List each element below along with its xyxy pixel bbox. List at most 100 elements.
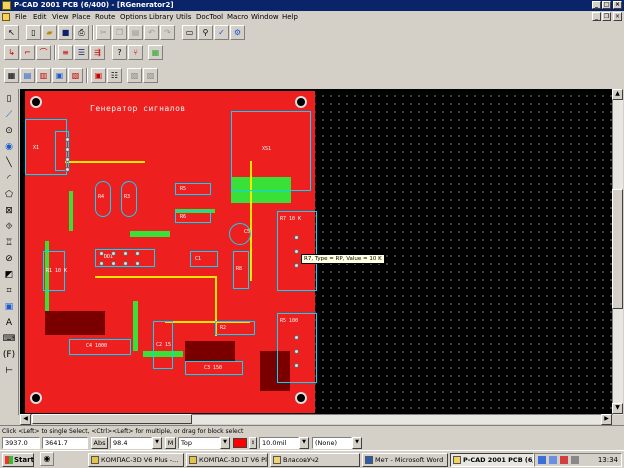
net-dropdown-icon[interactable]: ▼ <box>352 437 362 449</box>
grid-icon[interactable]: ▦ <box>4 68 19 83</box>
grid-select[interactable]: 98.4 <box>110 437 152 449</box>
print-icon[interactable]: ⎙ <box>74 25 89 40</box>
menu-help[interactable]: Help <box>282 11 298 23</box>
zoom-icon[interactable]: ⚲ <box>198 25 213 40</box>
cut-icon[interactable]: ✂ <box>96 25 111 40</box>
line-width-select[interactable]: 10.0mil <box>259 437 299 449</box>
layer-select[interactable]: Top <box>178 437 220 449</box>
tray-language-icon[interactable] <box>538 456 546 464</box>
redraw-icon[interactable]: ▭ <box>182 25 197 40</box>
doc-close-button[interactable]: × <box>613 12 622 21</box>
menu-file[interactable]: File <box>15 11 27 23</box>
pcb-board[interactable]: Генератор сигналов X1 R4 R3 R5 R6 C5 XS1… <box>25 91 317 413</box>
scroll-right-icon[interactable]: ▶ <box>601 414 612 425</box>
place-point-icon[interactable]: (F) <box>2 348 16 362</box>
undo-icon[interactable]: ↶ <box>144 25 159 40</box>
place-attribute-icon[interactable]: ⌨ <box>2 332 16 346</box>
cross-probe-icon[interactable]: ▨ <box>127 68 142 83</box>
doc-restore-button[interactable]: ❐ <box>602 12 611 21</box>
layer-color-icon[interactable]: ▥ <box>36 68 51 83</box>
task-word[interactable]: Мет - Microsoft Word <box>362 453 448 467</box>
menu-macro[interactable]: Macro <box>227 11 248 23</box>
route-arc-icon[interactable]: ⌒ <box>36 45 51 60</box>
capacitor-c5[interactable]: C5 <box>229 223 251 245</box>
new-file-icon[interactable]: ▯ <box>26 25 41 40</box>
scroll-down-icon[interactable]: ▼ <box>612 403 623 414</box>
horizontal-scroll-thumb[interactable] <box>32 414 192 424</box>
place-cutout-icon[interactable]: ⊘ <box>2 252 16 266</box>
resistor-r1[interactable]: R1 10 K <box>43 251 67 291</box>
scroll-left-icon[interactable]: ◀ <box>20 414 31 425</box>
menu-edit[interactable]: Edit <box>33 11 47 23</box>
resistor-r3[interactable]: R3 <box>121 181 137 217</box>
net-select[interactable]: (None) <box>312 437 352 449</box>
metric-toggle-button[interactable]: M <box>165 437 176 449</box>
sync-icon[interactable]: ▨ <box>143 68 158 83</box>
task-kompas-3d-lt[interactable]: КОМПАС-3D LT V6 Plus <box>186 453 268 467</box>
place-room-icon[interactable]: ▣ <box>2 300 16 314</box>
task-pcad[interactable]: P-CAD 2001 PCB (6/... <box>450 453 534 467</box>
copy-icon[interactable]: ❐ <box>112 25 127 40</box>
menu-options[interactable]: Options <box>120 11 147 23</box>
autorouter-icon[interactable]: ▦ <box>148 45 163 60</box>
drc-check-icon[interactable]: ✓ <box>214 25 229 40</box>
layer-cycle-icon[interactable]: ⇕ <box>249 437 257 449</box>
doc-minimize-button[interactable]: _ <box>592 12 601 21</box>
vertical-scroll-thumb[interactable] <box>612 189 623 309</box>
capacitor-c4[interactable]: C4 1000 <box>69 339 131 355</box>
menu-place[interactable]: Place <box>72 11 91 23</box>
place-polygon-icon[interactable]: ⬠ <box>2 188 16 202</box>
place-measure-icon[interactable]: ⊢ <box>2 364 16 378</box>
document-icon[interactable] <box>2 13 10 21</box>
library-icon[interactable]: ⚙ <box>230 25 245 40</box>
width-dropdown-icon[interactable]: ▼ <box>299 437 309 449</box>
clock[interactable]: 13:34 <box>598 454 618 466</box>
pcb-canvas[interactable]: Генератор сигналов X1 R4 R3 R5 R6 C5 XS1… <box>20 89 612 414</box>
place-dimension-icon[interactable]: ⌗ <box>2 284 16 298</box>
jack-xs1[interactable]: XS1 <box>231 111 311 191</box>
place-fill-icon[interactable]: ⯑ <box>2 220 16 234</box>
place-text-icon[interactable]: A <box>2 316 16 330</box>
properties-icon[interactable]: ▣ <box>91 68 106 83</box>
place-copper-pour-icon[interactable]: ⊠ <box>2 204 16 218</box>
potentiometer-r5[interactable]: R5 100 <box>277 313 317 383</box>
layer-color-swatch[interactable] <box>233 438 247 448</box>
y-coordinate-field[interactable]: 3641.7 <box>42 437 88 449</box>
net-colors-icon[interactable]: ▧ <box>68 68 83 83</box>
menu-route[interactable]: Route <box>95 11 115 23</box>
place-keepout-icon[interactable]: ◩ <box>2 268 16 282</box>
capacitor-c1[interactable]: C1 <box>190 251 218 267</box>
menu-doctool[interactable]: DocTool <box>196 11 223 23</box>
browser-quicklaunch-icon[interactable]: ◉ <box>40 452 54 466</box>
maximize-button[interactable]: □ <box>602 1 611 9</box>
scroll-up-icon[interactable]: ▲ <box>612 89 623 100</box>
layers-icon[interactable]: ▤ <box>20 68 35 83</box>
resistor-r6[interactable]: R6 <box>175 211 211 223</box>
route-push-icon[interactable]: ⇶ <box>90 45 105 60</box>
grid-dropdown-icon[interactable]: ▼ <box>152 437 162 449</box>
tray-volume-icon[interactable] <box>571 456 579 464</box>
capacitor-c2[interactable]: C2 15 <box>153 321 173 369</box>
resistor-r2[interactable]: R2 <box>215 321 255 335</box>
place-connection-icon[interactable]: ⟋ <box>2 108 16 122</box>
route-manual-icon[interactable]: ↳ <box>4 45 19 60</box>
start-button[interactable]: Start <box>2 453 34 467</box>
capacitor-c3[interactable]: C3 150 <box>185 361 243 375</box>
tray-app-icon[interactable] <box>560 456 568 464</box>
resistor-r5[interactable]: R5 <box>175 183 211 195</box>
route-fanout-icon[interactable]: ⑂ <box>128 45 143 60</box>
open-folder-icon[interactable]: ▰ <box>42 25 57 40</box>
layer-dropdown-icon[interactable]: ▼ <box>220 437 230 449</box>
abs-toggle-button[interactable]: Abs <box>91 437 108 449</box>
menu-view[interactable]: View <box>52 11 69 23</box>
route-mitered-icon[interactable]: ⌐ <box>20 45 35 60</box>
x-coordinate-field[interactable]: 3937.0 <box>2 437 40 449</box>
paste-icon[interactable]: ▤ <box>128 25 143 40</box>
route-multi-icon[interactable]: ☰ <box>74 45 89 60</box>
redo-icon[interactable]: ↷ <box>160 25 175 40</box>
resistor-r8[interactable]: R8 <box>233 251 249 289</box>
close-button[interactable]: × <box>613 1 622 9</box>
menu-utils[interactable]: Utils <box>176 11 191 23</box>
tray-network-icon[interactable] <box>549 456 557 464</box>
place-component-icon[interactable]: ▯ <box>2 92 16 106</box>
